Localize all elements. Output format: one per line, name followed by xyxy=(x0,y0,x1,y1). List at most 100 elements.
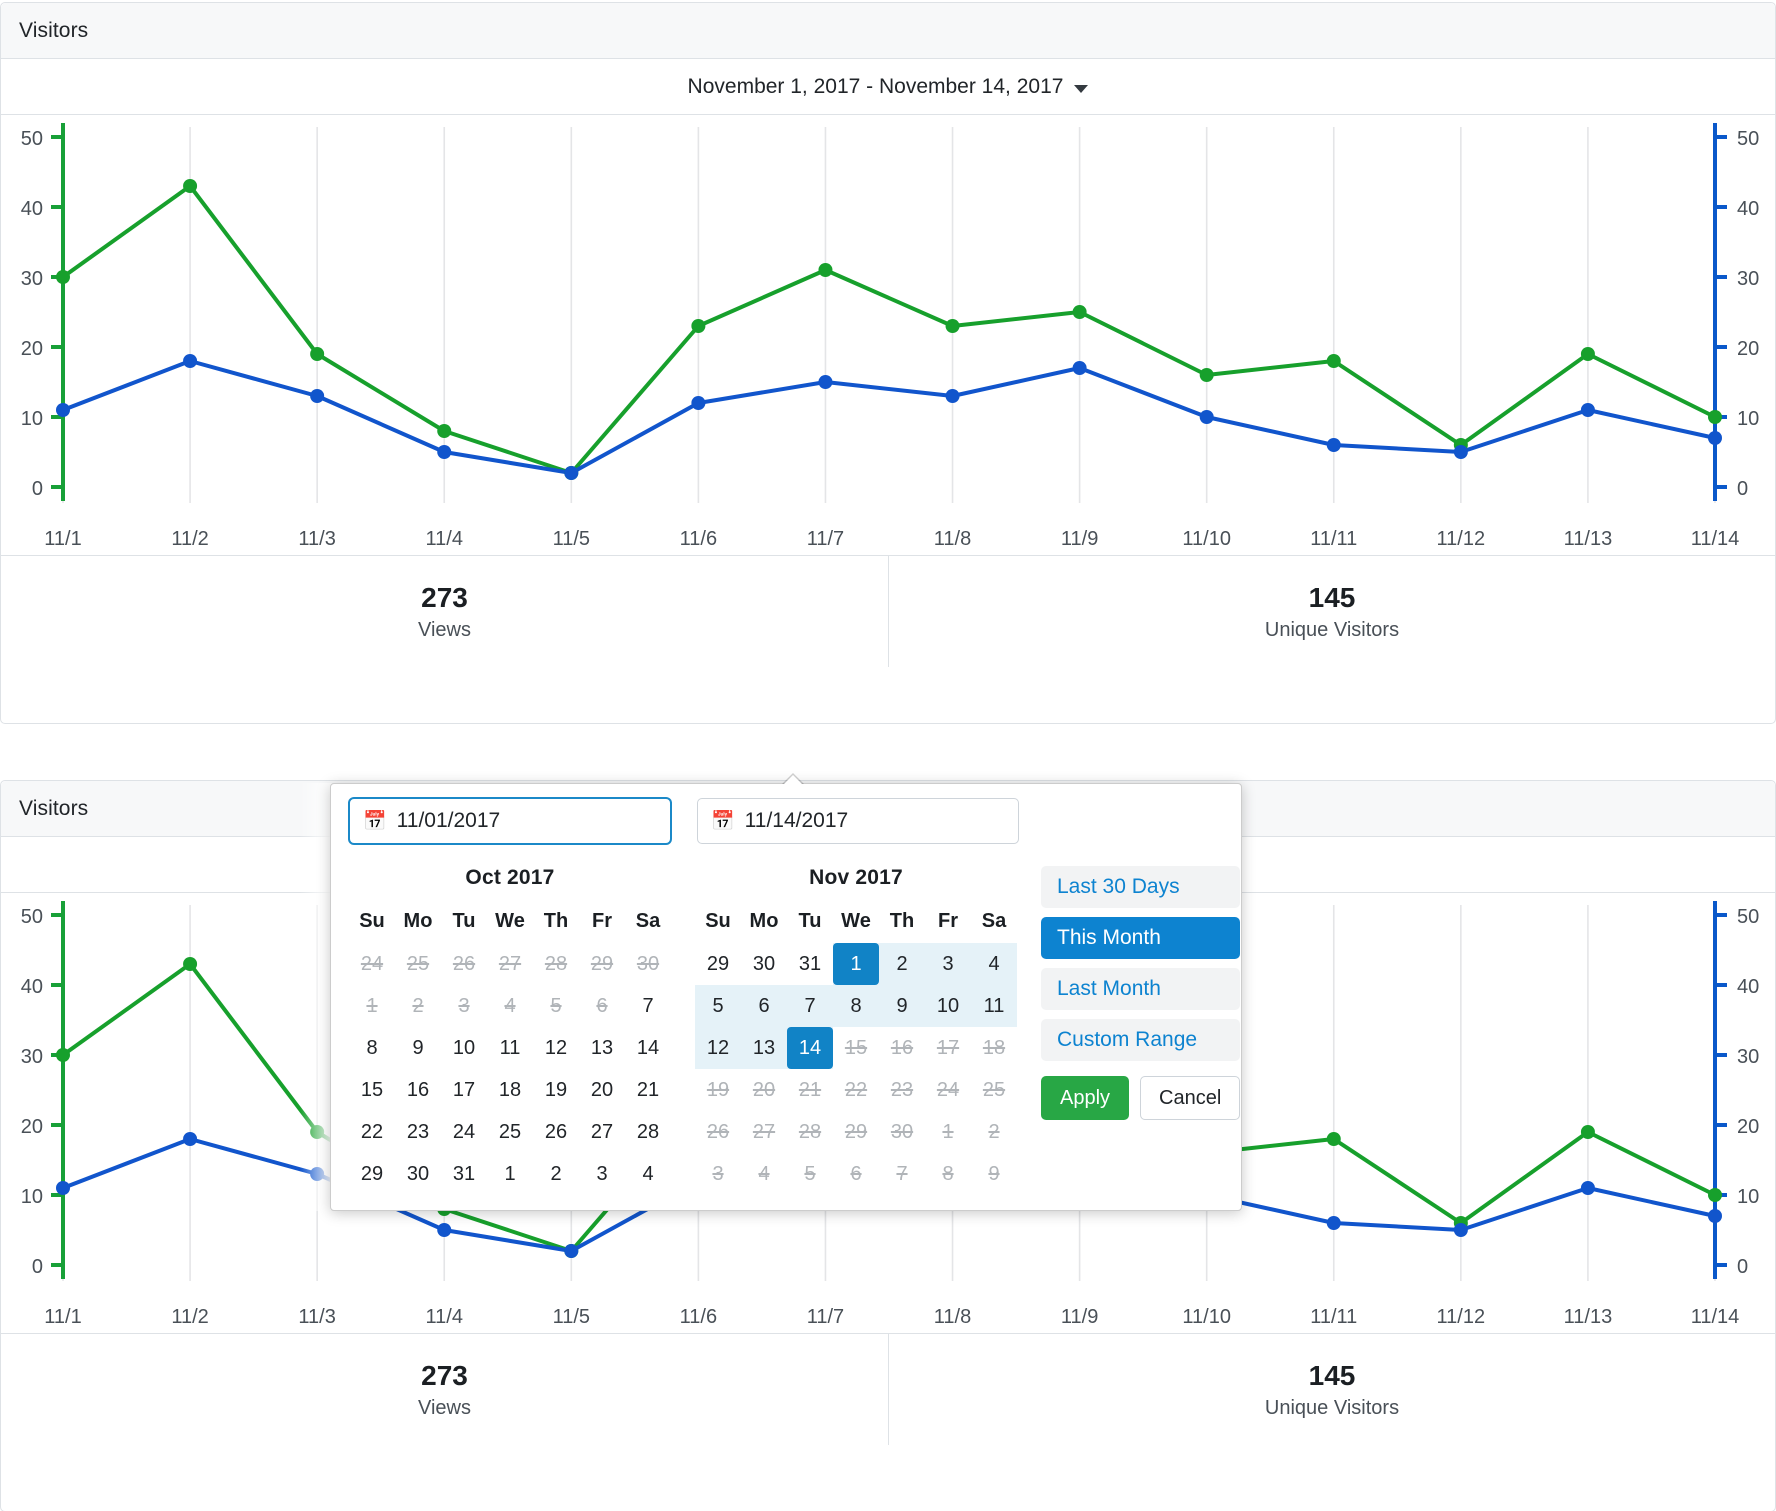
calendar-day-cell[interactable]: 27 xyxy=(487,943,533,985)
calendar-day-cell[interactable]: 23 xyxy=(395,1111,441,1153)
calendar-day-cell[interactable]: 21 xyxy=(625,1069,671,1111)
end-date-field[interactable]: 📅 11/14/2017 xyxy=(697,798,1019,844)
calendar-day-cell[interactable]: 18 xyxy=(971,1027,1017,1069)
total-value: 145 xyxy=(1308,581,1356,613)
calendar-day-cell[interactable]: 3 xyxy=(441,985,487,1027)
preset-range-last-30-days[interactable]: Last 30 Days xyxy=(1041,866,1241,908)
apply-button[interactable]: Apply xyxy=(1041,1076,1130,1120)
calendar-day-cell[interactable]: 30 xyxy=(395,1153,441,1195)
calendar-day-cell[interactable]: 20 xyxy=(579,1069,625,1111)
calendar-day-cell[interactable]: 29 xyxy=(695,943,741,985)
preset-range-custom-range[interactable]: Custom Range xyxy=(1041,1019,1241,1061)
calendar-day-cell[interactable]: 4 xyxy=(971,943,1017,985)
calendar-day-cell[interactable]: 31 xyxy=(787,943,833,985)
calendar-day-cell[interactable]: 12 xyxy=(695,1027,741,1069)
calendar-day-cell[interactable]: 2 xyxy=(971,1111,1017,1153)
calendar-day-cell[interactable]: 13 xyxy=(741,1027,787,1069)
calendar-day-cell[interactable]: 3 xyxy=(695,1153,741,1195)
calendar-day-cell[interactable]: 10 xyxy=(441,1027,487,1069)
calendar-day-cell[interactable]: 28 xyxy=(625,1111,671,1153)
preset-range-last-month[interactable]: Last Month xyxy=(1041,968,1241,1010)
calendar-day-cell[interactable]: 11 xyxy=(971,985,1017,1027)
calendar-day-cell[interactable]: 12 xyxy=(533,1027,579,1069)
calendar-day-cell[interactable]: 16 xyxy=(879,1027,925,1069)
calendar-day-cell[interactable]: 9 xyxy=(971,1153,1017,1195)
calendar-day-cell[interactable]: 4 xyxy=(741,1153,787,1195)
calendar-day-cell[interactable]: 17 xyxy=(925,1027,971,1069)
calendar-body: 29 30 31 1 2 3 4 5 6 7 8 9 10 11 12 13 14 15 16 17 18 19 20 21 2… xyxy=(695,943,1017,1195)
calendar-day-cell[interactable]: 11 xyxy=(487,1027,533,1069)
calendar-day-cell[interactable]: 3 xyxy=(925,943,971,985)
page-root: Visitors November 1, 2017 - November 14,… xyxy=(0,0,1776,1511)
calendar-day-cell[interactable]: 6 xyxy=(741,985,787,1027)
calendar-day-cell[interactable]: 6 xyxy=(579,985,625,1027)
calendar-day-cell[interactable]: 7 xyxy=(625,985,671,1027)
calendar-day-cell[interactable]: 4 xyxy=(625,1153,671,1195)
calendar-week-row: 29 30 31 1 2 3 4 xyxy=(695,943,1017,985)
calendar-day-cell[interactable]: 14 xyxy=(787,1027,833,1069)
calendar-day-cell[interactable]: 25 xyxy=(971,1069,1017,1111)
calendar-day-cell[interactable]: 19 xyxy=(533,1069,579,1111)
calendar-day-cell[interactable]: 20 xyxy=(741,1069,787,1111)
calendar-day-cell[interactable]: 2 xyxy=(533,1153,579,1195)
calendar-day-cell[interactable]: 25 xyxy=(487,1111,533,1153)
calendar-day-cell[interactable]: 10 xyxy=(925,985,971,1027)
calendar-day-cell[interactable]: 9 xyxy=(395,1027,441,1069)
calendar-day-cell[interactable]: 8 xyxy=(349,1027,395,1069)
calendar-day-cell[interactable]: 24 xyxy=(349,943,395,985)
calendar-day-cell[interactable]: 5 xyxy=(787,1153,833,1195)
calendar-day-cell[interactable]: 1 xyxy=(487,1153,533,1195)
calendar-day-cell[interactable]: 1 xyxy=(349,985,395,1027)
calendar-day-cell[interactable]: 23 xyxy=(879,1069,925,1111)
preset-range-this-month[interactable]: This Month xyxy=(1041,917,1241,959)
calendar-day-cell[interactable]: 22 xyxy=(833,1069,879,1111)
date-range-picker-trigger[interactable]: November 1, 2017 - November 14, 2017 xyxy=(684,73,1093,101)
calendar-day-cell[interactable]: 26 xyxy=(533,1111,579,1153)
calendar-day-cell[interactable]: 24 xyxy=(925,1069,971,1111)
calendar-day-cell[interactable]: 5 xyxy=(695,985,741,1027)
start-date-field[interactable]: 📅 11/01/2017 xyxy=(349,798,671,844)
calendar-day-cell[interactable]: 14 xyxy=(625,1027,671,1069)
calendar-day-cell[interactable]: 15 xyxy=(833,1027,879,1069)
calendar-day-cell[interactable]: 29 xyxy=(579,943,625,985)
calendar-day-cell[interactable]: 22 xyxy=(349,1111,395,1153)
calendar-day-cell[interactable]: 26 xyxy=(695,1111,741,1153)
calendar-day-cell[interactable]: 8 xyxy=(925,1153,971,1195)
calendar-day-label: 1 xyxy=(504,1162,516,1185)
calendar-day-cell[interactable]: 17 xyxy=(441,1069,487,1111)
calendar-day-cell[interactable]: 16 xyxy=(395,1069,441,1111)
cancel-button[interactable]: Cancel xyxy=(1140,1076,1241,1120)
calendar-day-cell[interactable]: 7 xyxy=(879,1153,925,1195)
calendar-day-cell[interactable]: 28 xyxy=(533,943,579,985)
calendar-day-cell[interactable]: 29 xyxy=(833,1111,879,1153)
calendar-day-cell[interactable]: 2 xyxy=(879,943,925,985)
calendar-day-cell[interactable]: 1 xyxy=(925,1111,971,1153)
calendar-day-cell[interactable]: 18 xyxy=(487,1069,533,1111)
calendar-day-cell[interactable]: 24 xyxy=(441,1111,487,1153)
calendar-day-cell[interactable]: 27 xyxy=(741,1111,787,1153)
calendar-day-cell[interactable]: 30 xyxy=(625,943,671,985)
calendar-day-cell[interactable]: 29 xyxy=(349,1153,395,1195)
calendar-day-cell[interactable]: 8 xyxy=(833,985,879,1027)
calendar-day-cell[interactable]: 13 xyxy=(579,1027,625,1069)
calendar-day-cell[interactable]: 19 xyxy=(695,1069,741,1111)
calendar-day-cell[interactable]: 30 xyxy=(741,943,787,985)
calendar-day-label: 1 xyxy=(366,994,378,1017)
calendar-day-cell[interactable]: 15 xyxy=(349,1069,395,1111)
calendar-day-cell[interactable]: 6 xyxy=(833,1153,879,1195)
calendar-day-cell[interactable]: 7 xyxy=(787,985,833,1027)
calendar-day-cell[interactable]: 3 xyxy=(579,1153,625,1195)
calendar-day-cell[interactable]: 30 xyxy=(879,1111,925,1153)
calendar-day-cell[interactable]: 1 xyxy=(833,943,879,985)
calendar-day-cell[interactable]: 5 xyxy=(533,985,579,1027)
calendar-day-cell[interactable]: 28 xyxy=(787,1111,833,1153)
calendar-day-cell[interactable]: 2 xyxy=(395,985,441,1027)
calendar-day-cell[interactable]: 9 xyxy=(879,985,925,1027)
calendar-day-cell[interactable]: 26 xyxy=(441,943,487,985)
calendar-day-cell[interactable]: 4 xyxy=(487,985,533,1027)
calendar-body: 24 25 26 27 28 29 30 1 2 3 4 5 6 7 8 9 10 11 12 13 14 15 16 17 1… xyxy=(349,943,671,1195)
calendar-day-cell[interactable]: 31 xyxy=(441,1153,487,1195)
calendar-day-cell[interactable]: 25 xyxy=(395,943,441,985)
calendar-day-cell[interactable]: 27 xyxy=(579,1111,625,1153)
calendar-day-cell[interactable]: 21 xyxy=(787,1069,833,1111)
